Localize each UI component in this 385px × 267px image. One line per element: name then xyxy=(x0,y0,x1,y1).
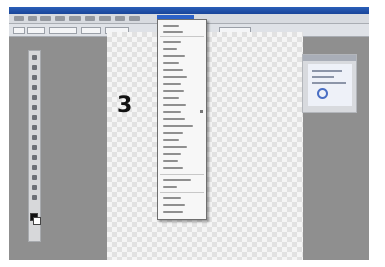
dropdown-separator xyxy=(160,36,204,37)
dropdown-item-17[interactable] xyxy=(163,139,179,141)
dropdown-separator xyxy=(160,192,204,193)
menu-item-5[interactable] xyxy=(69,16,81,21)
panel-body xyxy=(308,64,352,106)
tool-icon-6[interactable] xyxy=(32,105,37,110)
tool-icon-4[interactable] xyxy=(32,85,37,90)
tool-icon-7[interactable] xyxy=(32,115,37,120)
dropdown-item-13[interactable] xyxy=(163,111,181,113)
panel-header[interactable] xyxy=(303,55,356,61)
step-number: 3 xyxy=(117,93,133,118)
triangle-right-icon xyxy=(200,110,203,113)
app-window: 3 xyxy=(9,7,369,260)
tool-icon-1[interactable] xyxy=(32,55,37,60)
menu-item-7[interactable] xyxy=(99,16,111,21)
dropdown-item-16[interactable] xyxy=(163,132,183,134)
menu-item-4[interactable] xyxy=(55,16,65,21)
tool-icon-11[interactable] xyxy=(32,155,37,160)
dropdown-item-14[interactable] xyxy=(163,118,185,120)
tool-icon-2[interactable] xyxy=(32,65,37,70)
tool-icon-3[interactable] xyxy=(32,75,37,80)
circle-marker-icon xyxy=(317,88,328,99)
tool-icon-12[interactable] xyxy=(32,165,37,170)
options-control-1[interactable] xyxy=(13,27,25,34)
tool-icon-5[interactable] xyxy=(32,95,37,100)
dropdown-menu xyxy=(157,19,207,220)
tool-icon-10[interactable] xyxy=(32,145,37,150)
dropdown-item-10[interactable] xyxy=(163,90,184,92)
menu-item-2[interactable] xyxy=(28,16,37,21)
options-control-4[interactable] xyxy=(81,27,101,34)
navigator-panel xyxy=(302,54,357,113)
menu-item-9[interactable] xyxy=(129,16,140,21)
panel-row xyxy=(312,82,346,84)
panel-row xyxy=(312,76,334,78)
title-bar xyxy=(9,7,369,14)
panel-row xyxy=(312,70,342,72)
menu-item-6[interactable] xyxy=(85,16,95,21)
dropdown-separator xyxy=(160,174,204,175)
dropdown-item-7[interactable] xyxy=(163,69,183,71)
dropdown-item-15[interactable] xyxy=(163,125,193,127)
dropdown-item-4[interactable] xyxy=(163,48,177,50)
dropdown-item-2[interactable] xyxy=(163,31,183,33)
dropdown-item-5[interactable] xyxy=(163,55,185,57)
menu-item-8[interactable] xyxy=(115,16,125,21)
dropdown-item-12[interactable] xyxy=(163,104,186,106)
tools-panel xyxy=(28,50,41,242)
dropdown-item-8[interactable] xyxy=(163,76,187,78)
tool-icon-15[interactable] xyxy=(32,195,37,200)
options-control-3[interactable] xyxy=(49,27,77,34)
dropdown-item-26[interactable] xyxy=(163,211,183,213)
menu-item-3[interactable] xyxy=(40,16,51,21)
dropdown-item-9[interactable] xyxy=(163,83,181,85)
dropdown-item-11[interactable] xyxy=(163,97,179,99)
tool-icon-14[interactable] xyxy=(32,185,37,190)
dropdown-item-25[interactable] xyxy=(163,204,185,206)
dropdown-item-22[interactable] xyxy=(163,179,191,181)
dropdown-item-20[interactable] xyxy=(163,160,178,162)
options-control-2[interactable] xyxy=(27,27,45,34)
dropdown-item-3[interactable] xyxy=(163,41,181,43)
dropdown-item-1[interactable] xyxy=(163,25,179,27)
tool-icon-8[interactable] xyxy=(32,125,37,130)
dropdown-item-24[interactable] xyxy=(163,197,181,199)
tool-icon-13[interactable] xyxy=(32,175,37,180)
dropdown-item-23[interactable] xyxy=(163,186,177,188)
background-color-swatch[interactable] xyxy=(33,217,41,225)
tool-icon-9[interactable] xyxy=(32,135,37,140)
dropdown-item-6[interactable] xyxy=(163,62,179,64)
dropdown-item-18[interactable] xyxy=(163,146,187,148)
dropdown-item-21[interactable] xyxy=(163,167,183,169)
menu-item-1[interactable] xyxy=(14,16,24,21)
dropdown-item-19[interactable] xyxy=(163,153,181,155)
